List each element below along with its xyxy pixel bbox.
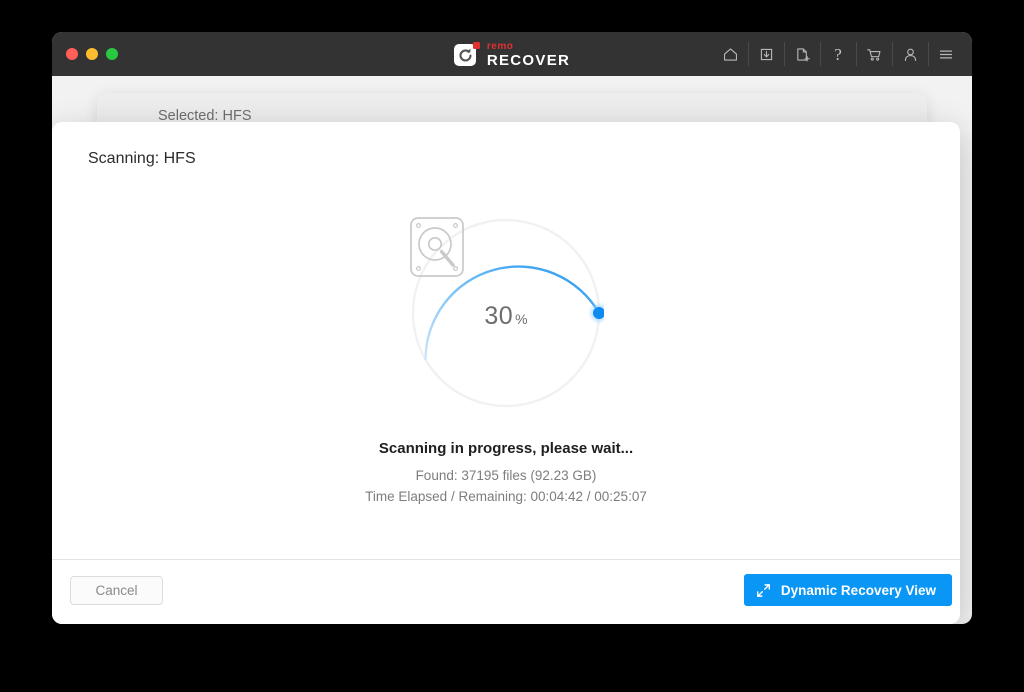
new-file-icon[interactable] [784,41,820,67]
scan-status-headline: Scanning in progress, please wait... [378,440,634,457]
zoom-button[interactable] [106,48,118,60]
progress-percent-value: 30 [484,301,514,330]
dynamic-recovery-view-label: Dynamic Recovery View [780,582,936,598]
modal-body: 30 % Scanning in progress, please wait..… [52,182,960,557]
progress-percent-symbol: % [515,310,528,327]
cancel-button[interactable]: Cancel [70,576,163,605]
brand-name-bottom: RECOVER [486,52,571,69]
title-bar: remo RECOVER ? [52,32,972,76]
modal-footer: Cancel Dynamic Recovery View [52,560,960,624]
home-icon[interactable] [712,41,748,67]
save-session-icon[interactable] [748,41,784,67]
recovery-refresh-icon [453,42,480,68]
dynamic-recovery-view-button[interactable]: Dynamic Recovery View [743,574,952,606]
window-controls[interactable] [66,48,118,60]
user-icon[interactable] [892,41,928,67]
scanning-modal: Scanning: HFS 30 % Scanning in progress,… [52,122,960,624]
scan-time-info: Time Elapsed / Remaining: 00:04:42 / 00:… [365,489,647,504]
modal-title: Scanning: HFS [88,150,196,167]
menu-icon[interactable] [928,41,964,67]
help-icon[interactable]: ? [820,41,856,67]
expand-diagonal-icon [756,583,771,598]
help-glyph: ? [834,44,842,64]
close-button[interactable] [66,48,78,60]
scan-found-count: Found: 37195 files (92.23 GB) [415,468,597,483]
progress-percent: 30 % [484,302,527,331]
cart-icon[interactable] [856,41,892,67]
toolbar: ? [712,32,964,76]
brand-name-top: remo [486,41,514,52]
screen: remo RECOVER ? Selected: HFS Scanning: H… [0,0,1024,692]
app-logo: remo RECOVER [442,40,582,70]
scan-progress-ring: 30 % [408,215,604,411]
minimize-button[interactable] [86,48,98,60]
